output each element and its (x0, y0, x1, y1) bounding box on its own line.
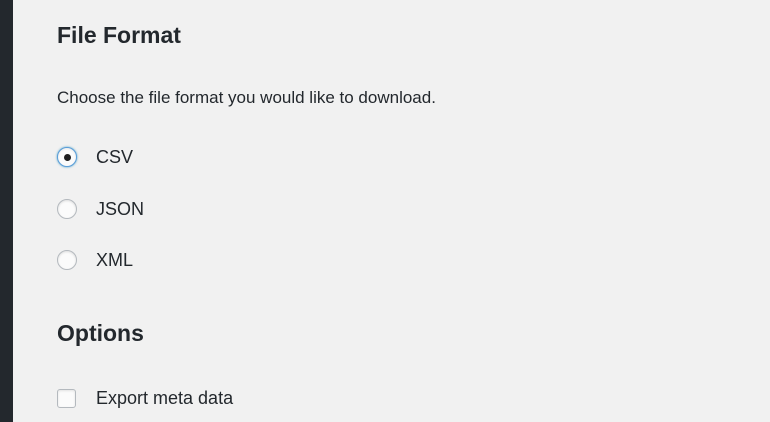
xml-label: XML (96, 249, 134, 270)
export-settings-page: File Format Choose the file format you w… (0, 0, 770, 422)
xml-radio[interactable] (57, 250, 77, 270)
format-option-json[interactable]: JSON (57, 195, 144, 223)
options-heading: Options (57, 320, 144, 346)
json-radio[interactable] (57, 199, 77, 219)
admin-sidebar-edge (0, 0, 13, 422)
file-format-description: Choose the file format you would like to… (57, 88, 436, 107)
format-option-csv[interactable]: CSV (57, 143, 133, 171)
file-format-heading: File Format (57, 22, 181, 48)
radio-selected-dot-icon (63, 153, 71, 161)
json-label: JSON (96, 198, 145, 219)
export-settings-content: File Format Choose the file format you w… (57, 0, 770, 422)
csv-radio[interactable] (57, 147, 77, 167)
export-meta-data-label: Export meta data (96, 387, 234, 408)
export-meta-data-checkbox[interactable] (57, 388, 76, 408)
csv-label: CSV (96, 146, 134, 167)
format-option-xml[interactable]: XML (57, 246, 133, 274)
export-meta-data-option[interactable]: Export meta data (57, 384, 233, 412)
